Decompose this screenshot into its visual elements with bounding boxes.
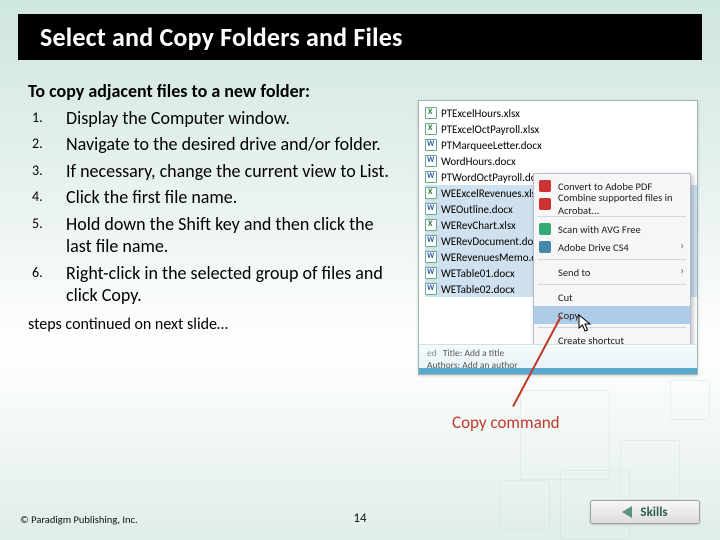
menu-item[interactable]: Adobe Drive CS4 <box>534 238 690 256</box>
content-text: To copy adjacent files to a new folder: … <box>28 80 398 335</box>
menu-separator <box>538 327 686 328</box>
file-name: WEExcelRevenues.xlsx <box>441 187 541 200</box>
step-item: Display the Computer window. <box>28 107 398 130</box>
adr-icon <box>539 241 551 253</box>
file-row[interactable]: PTExcelHours.xlsx <box>425 105 697 121</box>
file-row[interactable]: PTExcelOctPayroll.xlsx <box>425 121 697 137</box>
file-icon <box>425 235 437 247</box>
avg-icon <box>539 223 551 235</box>
copyright-text: © Paradigm Publishing, Inc. <box>20 513 138 526</box>
menu-item-label: Send to <box>558 266 590 279</box>
menu-item[interactable]: Scan with AVG Free <box>534 220 690 238</box>
slide-title: Select and Copy Folders and Files <box>18 21 403 53</box>
step-item: If necessary, change the current view to… <box>28 160 398 183</box>
step-item: Right-click in the selected group of fil… <box>28 262 398 307</box>
file-icon <box>425 171 437 183</box>
file-name: PTMarqueeLetter.docx <box>441 139 542 152</box>
file-name: WERevDocument.docx <box>441 235 543 248</box>
menu-item-label: Combine supported files in Acrobat... <box>558 191 682 217</box>
file-row[interactable]: WordHours.docx <box>425 153 697 169</box>
file-icon <box>425 155 437 167</box>
pdf-icon <box>539 198 551 210</box>
step-item: Navigate to the desired drive and/or fol… <box>28 133 398 156</box>
file-icon <box>425 123 437 135</box>
lead-text: To copy adjacent files to a new folder: <box>28 80 398 103</box>
file-icon <box>425 203 437 215</box>
file-name: PTExcelOctPayroll.xlsx <box>441 123 539 136</box>
file-name: PTWordOctPayroll.docx <box>441 171 546 184</box>
title-bar: Select and Copy Folders and Files <box>18 14 702 60</box>
menu-item[interactable]: Cut <box>534 288 690 306</box>
file-icon <box>425 267 437 279</box>
callout-label: Copy command <box>452 412 560 433</box>
menu-item[interactable]: Combine supported files in Acrobat... <box>534 195 690 213</box>
skills-button[interactable]: Skills <box>590 500 700 524</box>
menu-item-label: Copy <box>558 309 579 322</box>
file-name: PTExcelHours.xlsx <box>441 107 520 120</box>
explorer-screenshot: PTExcelHours.xlsx PTExcelOctPayroll.xlsx P… <box>418 100 698 375</box>
file-name: WETable01.docx <box>441 267 515 280</box>
menu-item-label: Cut <box>558 291 573 304</box>
menu-separator <box>538 284 686 285</box>
step-item: Click the first file name. <box>28 186 398 209</box>
file-name: WordHours.docx <box>441 155 516 168</box>
menu-item-label: Adobe Drive CS4 <box>558 241 629 254</box>
file-icon <box>425 251 437 263</box>
file-row[interactable]: PTMarqueeLetter.docx <box>425 137 697 153</box>
arrow-left-icon <box>622 506 632 518</box>
details-pane: ed Title: Add a title Authors: Add an au… <box>419 344 697 374</box>
menu-separator <box>538 259 686 260</box>
step-item: Hold down the Shift key and then click t… <box>28 213 398 258</box>
details-title: Title: Add a title <box>443 347 504 359</box>
pdf-icon <box>539 180 551 192</box>
file-icon <box>425 283 437 295</box>
menu-item[interactable]: Send to <box>534 263 690 281</box>
file-icon <box>425 107 437 119</box>
file-icon <box>425 219 437 231</box>
file-icon <box>425 187 437 199</box>
page-number: 14 <box>353 511 366 526</box>
file-icon <box>425 139 437 151</box>
file-name: WETable02.docx <box>441 283 515 296</box>
file-name: WEOutline.docx <box>441 203 513 216</box>
file-name: WERevChart.xlsx <box>441 219 516 232</box>
slide: Select and Copy Folders and Files To cop… <box>0 0 720 540</box>
continued-text: steps continued on next slide… <box>28 315 398 335</box>
steps-list: Display the Computer window. Navigate to … <box>28 107 398 307</box>
menu-item-label: Scan with AVG Free <box>558 223 641 236</box>
skills-button-label: Skills <box>640 505 667 520</box>
